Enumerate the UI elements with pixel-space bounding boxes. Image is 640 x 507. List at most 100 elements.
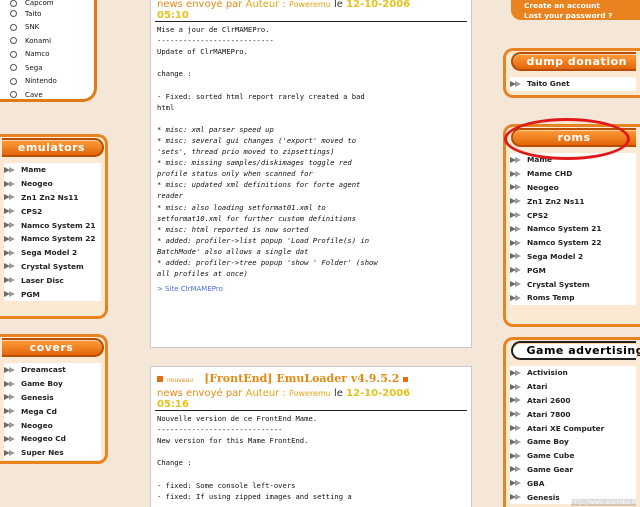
radio-button-icon[interactable] (10, 64, 17, 72)
game-ad-item[interactable]: Game Cube (510, 449, 636, 463)
rom-item[interactable]: Mame CHD (510, 167, 636, 181)
arrow-bullet-icon (4, 249, 16, 257)
game-ad-item[interactable]: Atari 2600 (510, 394, 636, 408)
news-line: * added: profiler->tree popup 'show ' Fo… (157, 257, 378, 267)
cover-item[interactable]: Super Nes (4, 446, 101, 460)
game-ad-item[interactable]: Activision (510, 366, 636, 380)
cover-item-label: Game Boy (21, 379, 63, 389)
radio-button-icon[interactable] (10, 91, 17, 99)
radio-button-icon[interactable] (10, 23, 17, 31)
system-radio-option[interactable]: Namco (10, 48, 94, 62)
rom-item[interactable]: Roms Temp (510, 291, 636, 305)
rom-item[interactable]: PGM (510, 263, 636, 277)
arrow-bullet-icon (4, 421, 16, 429)
rom-item-label: PGM (527, 265, 546, 275)
news-line: * added: profiler->list popup 'Load Prof… (157, 235, 370, 245)
rom-item[interactable]: Neogeo (510, 181, 636, 195)
game-ad-item-label: Activision (527, 368, 568, 378)
emulator-item[interactable]: Mame (4, 163, 101, 177)
game-ad-item[interactable]: Atari XE Computer (510, 421, 636, 435)
right-column: Create an account Lost your password ? d… (503, 0, 640, 507)
arrow-bullet-icon (4, 193, 16, 201)
cover-item[interactable]: Genesis (4, 391, 101, 405)
radio-button-icon[interactable] (10, 10, 17, 18)
rom-item-label: Crystal System (527, 279, 590, 289)
news-line: Mise a jour de ClrMAMEPro. (157, 25, 270, 34)
radio-button-icon[interactable] (10, 50, 17, 58)
system-radio-option[interactable]: SNK (10, 21, 94, 35)
arrow-bullet-icon (4, 262, 16, 270)
game-ad-item[interactable]: Atari 7800 (510, 407, 636, 421)
rom-item-label: Mame CHD (527, 169, 573, 179)
news-meta: news envoyé par Auteur : Poweremu le 12-… (157, 388, 411, 410)
dump-donation-item[interactable]: Taito Gnet (510, 77, 636, 91)
cover-item[interactable]: Game Boy (4, 377, 101, 391)
lost-password-link[interactable]: Lost your password ? (524, 11, 612, 21)
news-line: Change : (157, 458, 192, 468)
emulator-item[interactable]: Neogeo (4, 177, 101, 191)
arrow-bullet-icon (510, 252, 522, 260)
rom-item[interactable]: Crystal System (510, 277, 636, 291)
site-clrmamepro-link[interactable]: > Site ClrMAMEPro (151, 285, 471, 293)
emulator-item[interactable]: Namco System 21 (4, 218, 101, 232)
emulator-item[interactable]: CPS2 (4, 204, 101, 218)
arrow-bullet-icon (510, 369, 522, 377)
game-ad-item[interactable]: Game Gear (510, 463, 636, 477)
radio-button-icon[interactable] (10, 0, 17, 7)
cover-item-label: Neogeo (21, 420, 53, 430)
system-radio-option[interactable]: Capcom (10, 0, 94, 7)
news-line: html (157, 102, 175, 112)
rom-item-label: Roms Temp (527, 293, 575, 303)
emulator-item[interactable]: Namco System 22 (4, 232, 101, 246)
rom-item[interactable]: Namco System 21 (510, 222, 636, 236)
rom-item[interactable]: CPS2 (510, 208, 636, 222)
system-radio-option[interactable]: Nintendo (10, 75, 94, 89)
create-account-link[interactable]: Create an account (524, 1, 612, 11)
news-title[interactable]: [FrontEnd] EmuLoader v4.9.5.2 (204, 372, 399, 385)
cover-item[interactable]: Dreamcast (4, 363, 101, 377)
news-body: Mise a jour de ClrMAMEPro. --------------… (151, 22, 471, 279)
dump-donation-list: Taito Gnet (510, 77, 636, 91)
arrow-bullet-icon (4, 235, 16, 243)
author-link[interactable]: Auteur : Poweremu (246, 388, 331, 399)
radio-button-icon[interactable] (10, 37, 17, 45)
emulator-item[interactable]: PGM (4, 287, 101, 301)
news-line: Update of ClrMAMEPro. (157, 47, 248, 57)
emulator-item[interactable]: Crystal System (4, 260, 101, 274)
radio-button-icon[interactable] (10, 77, 17, 85)
news-line (157, 468, 467, 479)
game-ad-item[interactable]: GBA (510, 476, 636, 490)
arrow-bullet-icon (4, 290, 16, 298)
game-advertising-title: Game advertising (510, 340, 640, 360)
emulator-item[interactable]: Zn1 Zn2 Ns11 (4, 191, 101, 205)
news-line: all profiles at once) (157, 269, 248, 279)
news-line: 'sets', thread prio moved to zipsettings… (157, 147, 335, 157)
arrow-bullet-icon (510, 424, 522, 432)
cover-item[interactable]: Neogeo (4, 418, 101, 432)
game-advertising-panel: Game advertising Activision Atari Atari 26… (503, 337, 640, 507)
rom-item-label: Sega Model 2 (527, 251, 584, 261)
emulator-item-label: PGM (21, 289, 40, 299)
system-radio-option[interactable]: Cave (10, 88, 94, 102)
news-line: setformat10.xml for further custom defin… (157, 213, 357, 223)
news-line: change : (157, 69, 192, 79)
bullet-icon (402, 377, 408, 382)
news-meta: news envoyé par Auteur : Poweremu le 12-… (157, 0, 411, 21)
arrow-bullet-icon (510, 80, 522, 88)
emulator-item[interactable]: Laser Disc (4, 273, 101, 287)
cover-item[interactable]: Neogeo Cd (4, 432, 101, 446)
cover-item[interactable]: Mega Cd (4, 404, 101, 418)
system-radio-option[interactable]: Konami (10, 34, 94, 48)
arrow-bullet-icon (510, 280, 522, 288)
author-link[interactable]: Auteur : Poweremu (246, 0, 331, 10)
rom-item[interactable]: Zn1 Zn2 Ns11 (510, 194, 636, 208)
system-radio-option[interactable]: Sega (10, 61, 94, 75)
arrow-bullet-icon (510, 211, 522, 219)
game-ad-item[interactable]: Atari (510, 380, 636, 394)
system-radio-option[interactable]: Taito (10, 7, 94, 21)
rom-item[interactable]: Namco System 22 (510, 236, 636, 250)
game-ad-item[interactable]: Game Boy (510, 435, 636, 449)
bullet-icon (157, 376, 163, 382)
emulator-item[interactable]: Sega Model 2 (4, 246, 101, 260)
rom-item[interactable]: Sega Model 2 (510, 250, 636, 264)
